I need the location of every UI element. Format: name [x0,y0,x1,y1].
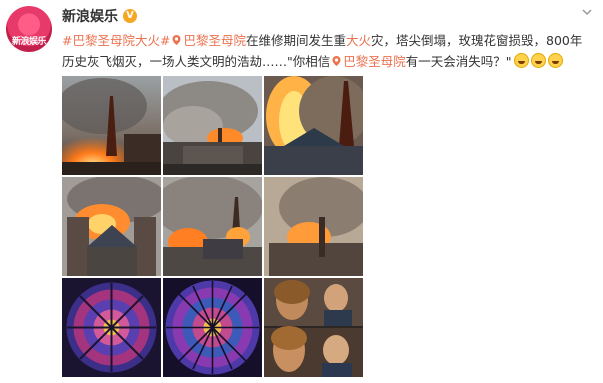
chevron-down-icon[interactable] [581,6,593,18]
topic-link-notre-dame-2[interactable]: 巴黎圣母院 [343,54,406,69]
post-text: #巴黎圣母院大火# 巴黎圣母院在维修期间发生重大火灾，塔尖倒塌，玫瑰花窗损毁，80… [62,30,594,72]
post-segment-1: 在维修期间发生重 [245,33,346,48]
cathedral-fire-night-image[interactable] [264,177,363,276]
fire-keyword[interactable]: 大火 [346,33,371,48]
location-icon-2 [330,54,343,69]
crying-emoji-icon [513,53,529,68]
avatar-logo-text: 新浪娱乐 [11,37,47,47]
cathedral-smoke-wide-image[interactable] [163,76,262,175]
verified-badge-icon: V [123,9,137,23]
rose-window-image-2[interactable] [163,278,262,377]
crying-emoji-icon-3 [547,53,563,68]
username-row: 新浪娱乐 V [62,6,137,26]
hashtag-link[interactable]: #巴黎圣母院大火# [62,33,170,48]
cathedral-towers-fire-image[interactable] [62,177,161,276]
avatar[interactable]: 新浪娱乐 [4,4,54,54]
cathedral-roof-fire-image[interactable] [163,177,262,276]
image-grid [62,76,363,377]
post-segment-3: 有一天会消失吗？" [405,54,512,69]
account-name[interactable]: 新浪娱乐 [62,6,118,26]
rose-window-image-1[interactable] [62,278,161,377]
cathedral-spire-collapse-image[interactable] [264,76,363,175]
topic-link-notre-dame[interactable]: 巴黎圣母院 [183,33,246,48]
crying-emoji-icon-2 [530,53,546,68]
sina-ent-logo: 新浪娱乐 [6,6,52,52]
location-icon [170,33,183,48]
cathedral-fire-spire-image[interactable] [62,76,161,175]
movie-still-image[interactable] [264,278,363,377]
